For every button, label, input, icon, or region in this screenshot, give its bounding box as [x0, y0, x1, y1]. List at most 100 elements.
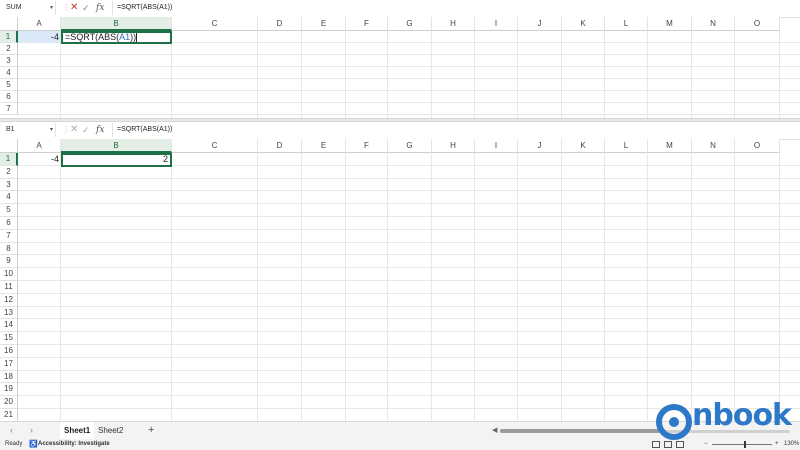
- row-header-15[interactable]: 15: [0, 332, 18, 345]
- row-header-3[interactable]: 3: [0, 55, 18, 67]
- normal-view-icon[interactable]: [652, 441, 660, 448]
- row-header-7[interactable]: 7: [0, 103, 18, 115]
- zoom-slider-knob[interactable]: [744, 441, 746, 448]
- cancel-icon[interactable]: ✕: [70, 123, 78, 137]
- column-header-l[interactable]: L: [605, 139, 648, 153]
- column-header-l[interactable]: L: [605, 17, 648, 31]
- gridline-vertical: [171, 31, 172, 118]
- column-header-f[interactable]: F: [346, 17, 388, 31]
- zoom-level[interactable]: 130%: [784, 439, 799, 450]
- column-header-h[interactable]: H: [432, 139, 475, 153]
- column-header-g[interactable]: G: [388, 139, 432, 153]
- row-header-5[interactable]: 5: [0, 79, 18, 91]
- scroll-left-icon[interactable]: ◀: [492, 426, 497, 436]
- gridline-horizontal: [18, 228, 800, 230]
- grid-top[interactable]: A B C D E F G H I J K L M N O 1 2 3 4 5 6 7 -4 =SQRT(ABS(A1)): [0, 17, 800, 118]
- row-header-10[interactable]: 10: [0, 268, 18, 281]
- gridline-horizontal: [18, 241, 800, 243]
- row-header-3[interactable]: 3: [0, 178, 18, 192]
- column-header-h[interactable]: H: [432, 17, 475, 31]
- row-header-20[interactable]: 20: [0, 396, 18, 409]
- formula-input-top[interactable]: =SQRT(ABS(A1)): [112, 1, 172, 15]
- column-header-b[interactable]: B: [61, 17, 172, 31]
- row-header-12[interactable]: 12: [0, 293, 18, 307]
- row-header-14[interactable]: 14: [0, 319, 18, 333]
- column-header-m[interactable]: M: [648, 139, 692, 153]
- horizontal-scroll-thumb[interactable]: [500, 429, 660, 433]
- column-header-k[interactable]: K: [562, 17, 605, 31]
- gridline-horizontal: [18, 318, 800, 320]
- name-box-top[interactable]: SUM: [2, 1, 56, 15]
- accessibility-icon[interactable]: ♿: [29, 439, 38, 450]
- column-header-a[interactable]: A: [18, 139, 61, 153]
- column-header-o[interactable]: O: [735, 139, 780, 153]
- cell-b1[interactable]: 2: [61, 153, 172, 167]
- insert-function-icon[interactable]: fx: [96, 123, 104, 137]
- row-header-17[interactable]: 17: [0, 357, 18, 371]
- column-header-f[interactable]: F: [346, 139, 388, 153]
- column-header-k[interactable]: K: [562, 139, 605, 153]
- formula-input-bottom[interactable]: =SQRT(ABS(A1)): [112, 123, 172, 137]
- column-header-a[interactable]: A: [18, 17, 61, 31]
- select-all-corner[interactable]: [0, 17, 18, 31]
- page-layout-icon[interactable]: [664, 441, 672, 448]
- column-header-n[interactable]: N: [692, 17, 735, 31]
- chevron-down-icon[interactable]: ▾: [50, 123, 53, 137]
- column-header-b[interactable]: B: [61, 139, 172, 153]
- insert-function-icon[interactable]: fx: [96, 1, 104, 15]
- cell-a1[interactable]: -4: [18, 31, 61, 43]
- row-header-6[interactable]: 6: [0, 217, 18, 230]
- column-header-e[interactable]: E: [302, 139, 346, 153]
- row-header-13[interactable]: 13: [0, 306, 18, 320]
- column-header-g[interactable]: G: [388, 17, 432, 31]
- name-box-bottom[interactable]: B1: [2, 123, 56, 137]
- tab-sheet2[interactable]: Sheet2: [94, 422, 127, 439]
- zoom-in-icon[interactable]: +: [775, 439, 779, 450]
- column-header-d[interactable]: D: [258, 17, 302, 31]
- accessibility-status[interactable]: Accessibility: Investigate: [38, 439, 110, 450]
- row-header-4[interactable]: 4: [0, 191, 18, 205]
- row-header-2[interactable]: 2: [0, 165, 18, 179]
- row-header-2[interactable]: 2: [0, 43, 18, 55]
- row-header-7[interactable]: 7: [0, 229, 18, 243]
- chevron-down-icon[interactable]: ▾: [50, 1, 53, 15]
- row-header-19[interactable]: 19: [0, 383, 18, 397]
- row-header-6[interactable]: 6: [0, 91, 18, 103]
- column-header-d[interactable]: D: [258, 139, 302, 153]
- column-header-c[interactable]: C: [172, 17, 258, 31]
- row-header-4[interactable]: 4: [0, 67, 18, 79]
- row-header-1[interactable]: 1: [0, 153, 18, 166]
- next-sheet-icon[interactable]: ›: [30, 424, 33, 436]
- row-header-8[interactable]: 8: [0, 242, 18, 256]
- column-header-e[interactable]: E: [302, 17, 346, 31]
- enter-icon[interactable]: ✓: [82, 1, 90, 15]
- column-header-i[interactable]: I: [475, 139, 518, 153]
- row-header-16[interactable]: 16: [0, 345, 18, 358]
- column-header-m[interactable]: M: [648, 17, 692, 31]
- page-break-icon[interactable]: [676, 441, 684, 448]
- column-header-i[interactable]: I: [475, 17, 518, 31]
- column-header-n[interactable]: N: [692, 139, 735, 153]
- cell-b1-editing[interactable]: =SQRT(ABS(A1)): [61, 31, 172, 44]
- cancel-icon[interactable]: ✕: [70, 1, 78, 15]
- row-header-1[interactable]: 1: [0, 31, 18, 43]
- status-bar: Ready ♿ Accessibility: Investigate − + 1…: [0, 439, 800, 450]
- gridline-horizontal: [18, 216, 800, 217]
- row-header-11[interactable]: 11: [0, 281, 18, 294]
- grid-bottom[interactable]: A B C D E F G H I J K L M N O 1 2 3 4 5 6 7 8 9 10 11 12 13 14 15 16 17…: [0, 139, 800, 421]
- enter-icon[interactable]: ✓: [82, 123, 90, 137]
- column-header-o[interactable]: O: [735, 17, 780, 31]
- zoom-slider[interactable]: [712, 444, 772, 445]
- cell-a1[interactable]: -4: [18, 153, 61, 166]
- row-header-9[interactable]: 9: [0, 255, 18, 269]
- select-all-corner[interactable]: [0, 139, 18, 153]
- row-header-18[interactable]: 18: [0, 370, 18, 384]
- column-header-c[interactable]: C: [172, 139, 258, 153]
- column-header-j[interactable]: J: [518, 17, 562, 31]
- prev-sheet-icon[interactable]: ‹: [10, 424, 13, 436]
- column-header-j[interactable]: J: [518, 139, 562, 153]
- row-header-21[interactable]: 21: [0, 409, 18, 421]
- zoom-out-icon[interactable]: −: [704, 439, 708, 450]
- add-sheet-button[interactable]: +: [148, 422, 154, 439]
- row-header-5[interactable]: 5: [0, 204, 18, 217]
